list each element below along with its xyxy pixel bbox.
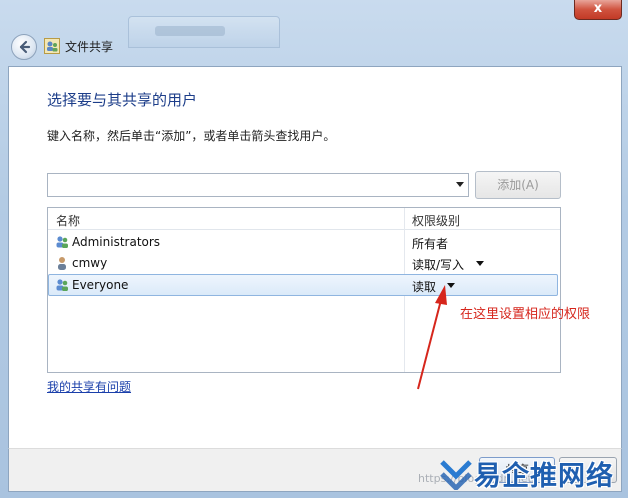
annotation-arrow-icon bbox=[417, 285, 447, 390]
background-window-title bbox=[155, 26, 225, 36]
window-title: 文件共享 bbox=[65, 40, 114, 54]
back-arrow-icon bbox=[19, 40, 31, 54]
share-users-icon bbox=[44, 38, 60, 54]
watermark-logo-icon bbox=[440, 460, 472, 490]
close-button[interactable]: x bbox=[574, 0, 622, 20]
content-pane: 选择要与其共享的用户 键入名称，然后单击“添加”，或者单击箭头查找用户。 添加(… bbox=[8, 66, 622, 449]
background-window bbox=[128, 16, 280, 48]
watermark-text: 易企推网络 bbox=[474, 461, 614, 492]
annotation-text: 在这里设置相应的权限 bbox=[460, 307, 591, 322]
back-button[interactable] bbox=[11, 34, 37, 60]
